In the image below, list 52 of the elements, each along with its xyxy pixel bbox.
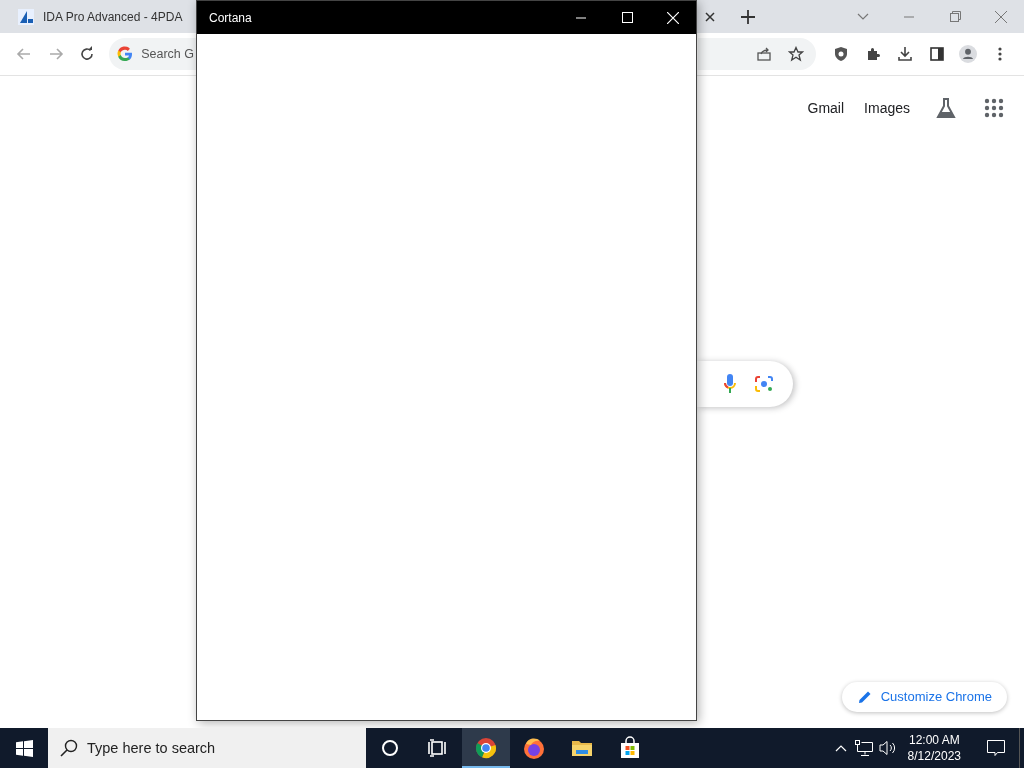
apps-grid-icon — [984, 98, 1004, 118]
address-text: Search G — [141, 45, 194, 63]
store-bag-icon — [618, 736, 642, 760]
taskbar-app-button[interactable] — [462, 728, 510, 768]
voice-search-button[interactable] — [724, 374, 736, 394]
share-icon — [755, 46, 772, 62]
clock-date: 8/12/2023 — [907, 748, 961, 765]
flask-icon — [935, 97, 957, 119]
forward-arrow-icon — [47, 46, 64, 62]
reload-icon — [79, 46, 96, 62]
close-icon — [667, 11, 679, 24]
firefox-icon — [522, 736, 546, 760]
pencil-icon — [857, 690, 872, 704]
back-arrow-icon — [15, 46, 32, 62]
speech-bubble-icon — [987, 740, 1005, 756]
restore-icon — [949, 11, 961, 22]
network-icon — [854, 740, 873, 756]
windows-logo-icon — [15, 739, 33, 757]
site-icon — [18, 8, 34, 25]
close-icon — [705, 11, 715, 22]
camera-search-icon — [754, 375, 774, 393]
star-icon — [787, 46, 804, 62]
chevron-up-icon — [834, 744, 847, 752]
plus-icon — [741, 9, 755, 24]
header-link[interactable]: Images — [864, 97, 910, 119]
shield-icon — [833, 46, 850, 62]
profile-icon — [959, 45, 978, 63]
google-icon — [117, 46, 134, 62]
address-bar[interactable]: Search G — [109, 38, 197, 70]
close-icon — [995, 10, 1007, 23]
menu-icon — [998, 47, 1003, 61]
window-title: Cortana — [208, 9, 253, 27]
clock-time: 12:00 AM — [907, 731, 961, 748]
browser-tab[interactable]: IDA Pro Advanced - 4PDA — [0, 0, 196, 33]
search-icon — [60, 739, 78, 757]
chevron-down-icon — [857, 12, 869, 21]
side-panel-icon — [928, 46, 945, 62]
image-search-button[interactable] — [754, 375, 774, 393]
puzzle-icon — [865, 46, 882, 62]
maximize-icon — [621, 12, 633, 23]
taskbar-search-field[interactable]: Type here to search — [48, 728, 366, 768]
minimize-icon — [576, 16, 586, 19]
chrome-icon — [474, 736, 498, 760]
header-link[interactable]: Gmail — [807, 97, 845, 119]
minimize-icon — [904, 15, 914, 18]
address-bar[interactable] — [697, 38, 816, 70]
microphone-icon — [724, 374, 736, 394]
customize-chrome-button[interactable]: Customize Chrome — [841, 682, 1007, 712]
labs-button[interactable] — [934, 96, 958, 120]
speaker-icon — [878, 740, 897, 756]
apps-button[interactable] — [982, 96, 1006, 120]
download-icon — [896, 46, 913, 62]
